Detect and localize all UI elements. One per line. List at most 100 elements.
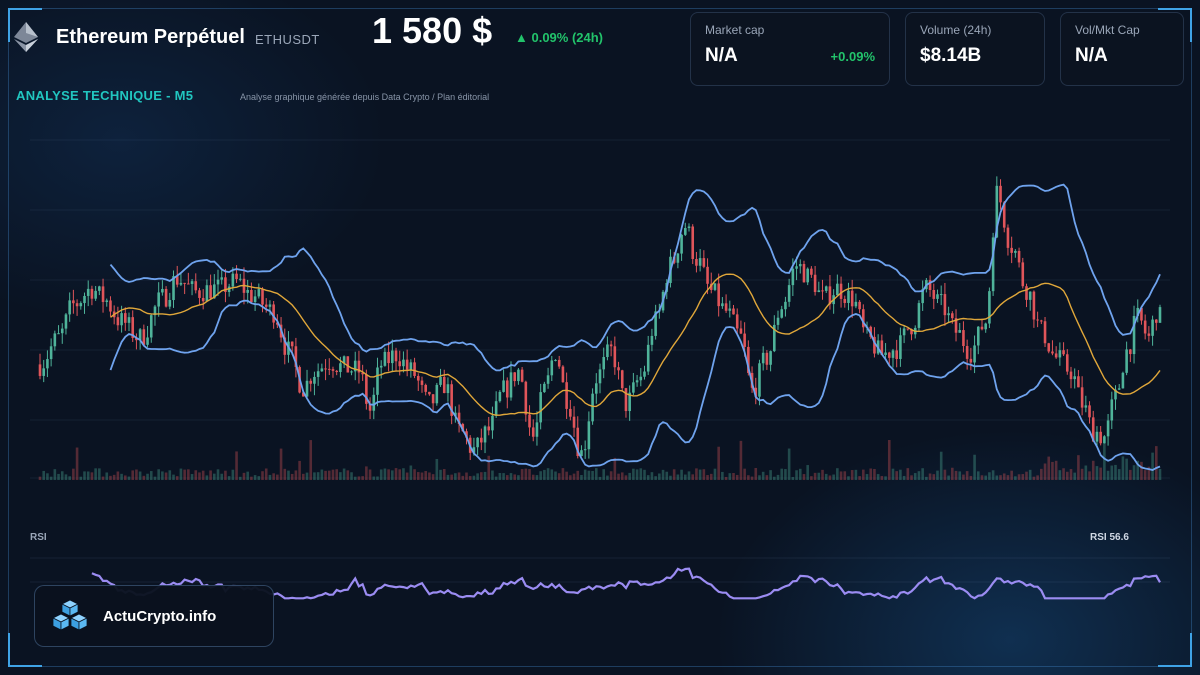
volume-bar — [539, 471, 542, 480]
candle-body — [60, 328, 64, 334]
volume-bar — [187, 469, 190, 480]
candle — [1110, 391, 1114, 430]
volume-bar — [116, 471, 120, 480]
candle — [776, 310, 780, 330]
candle-body — [824, 286, 828, 291]
candle-body — [836, 283, 839, 296]
volume-bar — [290, 473, 294, 480]
candle-body — [42, 368, 46, 376]
volume-bar — [1158, 468, 1162, 480]
candle-body — [591, 393, 594, 422]
volume-bar — [287, 470, 290, 480]
candle-body — [1032, 291, 1036, 320]
volume-bar — [787, 448, 791, 480]
candle-body — [1154, 319, 1158, 323]
candle — [1054, 346, 1058, 359]
candle-body — [194, 281, 198, 291]
volume-bar — [773, 476, 776, 480]
candle-body — [416, 375, 420, 381]
candle — [1106, 413, 1110, 446]
candle-body — [216, 279, 220, 285]
candle — [973, 335, 976, 374]
price-chart: RSI RSI 56.6 — [30, 139, 1170, 600]
volume-bar — [357, 476, 361, 480]
volume-bar — [891, 468, 895, 480]
candle — [320, 363, 324, 372]
candle — [420, 376, 424, 393]
candle — [435, 382, 439, 406]
candle-body — [813, 274, 817, 293]
candle — [609, 340, 613, 357]
candle-body — [795, 266, 798, 269]
candle — [780, 305, 784, 319]
volume-bar — [227, 476, 231, 480]
volume-bar — [38, 476, 42, 480]
candle-body — [791, 268, 795, 286]
candle — [850, 279, 854, 318]
candle — [1158, 304, 1162, 323]
volume-bar — [698, 469, 702, 480]
volume-bar — [409, 465, 413, 480]
volume-bar — [1021, 474, 1025, 480]
candle-body — [435, 384, 439, 404]
candle-body — [1129, 349, 1132, 355]
volume-bar — [405, 472, 409, 480]
candle-body — [680, 234, 683, 254]
candle-body — [891, 350, 895, 358]
volume-bar — [639, 468, 643, 480]
volume-bar — [669, 475, 672, 480]
volume-bar — [320, 469, 324, 480]
volume-bar — [939, 451, 943, 480]
volume-bar — [695, 468, 698, 480]
volume-bar — [53, 469, 57, 480]
volume-bar — [142, 475, 146, 480]
candle — [962, 321, 965, 353]
volume-bar — [1103, 443, 1106, 480]
volume-bar — [305, 472, 309, 480]
volume-bar — [498, 473, 502, 480]
candle-body — [491, 415, 494, 431]
candle — [902, 325, 906, 344]
candle — [954, 309, 958, 342]
candle — [520, 367, 524, 383]
volume-bar — [554, 471, 557, 480]
candle-body — [984, 323, 987, 330]
volume-bar — [528, 469, 531, 480]
volume-bar — [572, 473, 576, 480]
candle-body — [1010, 247, 1013, 253]
candle — [546, 367, 550, 389]
volume-bar — [272, 473, 275, 480]
volume-bar — [1080, 468, 1084, 480]
volume-bar — [1073, 472, 1076, 480]
volume-bar — [1077, 455, 1080, 480]
candle-body — [732, 308, 735, 315]
volume-bar — [836, 468, 839, 480]
candle — [305, 369, 309, 399]
volume-bar — [591, 470, 594, 480]
volume-bar — [936, 470, 939, 480]
candle-body — [520, 369, 524, 382]
candle-body — [902, 328, 906, 336]
candle-body — [976, 326, 980, 346]
candle-body — [424, 384, 427, 392]
candle — [1051, 340, 1054, 356]
volume-bar — [168, 470, 172, 480]
candle — [205, 279, 209, 302]
brand-badge[interactable]: ActuCrypto.info — [34, 585, 274, 647]
candle-body — [238, 278, 242, 280]
candle-body — [250, 289, 253, 303]
candle-body — [973, 345, 976, 363]
candle — [702, 250, 706, 269]
candle-body — [728, 308, 732, 311]
volume-bar — [1017, 474, 1021, 480]
candle — [201, 289, 205, 310]
volume-bar — [895, 471, 898, 480]
volume-bar — [884, 476, 887, 480]
candle-body — [587, 421, 591, 450]
candle-body — [1040, 320, 1043, 322]
candle-body — [335, 370, 338, 373]
candle-body — [1051, 351, 1054, 354]
candle-body — [1103, 436, 1106, 444]
volume-bar — [899, 469, 902, 480]
volume-bar — [46, 473, 49, 480]
